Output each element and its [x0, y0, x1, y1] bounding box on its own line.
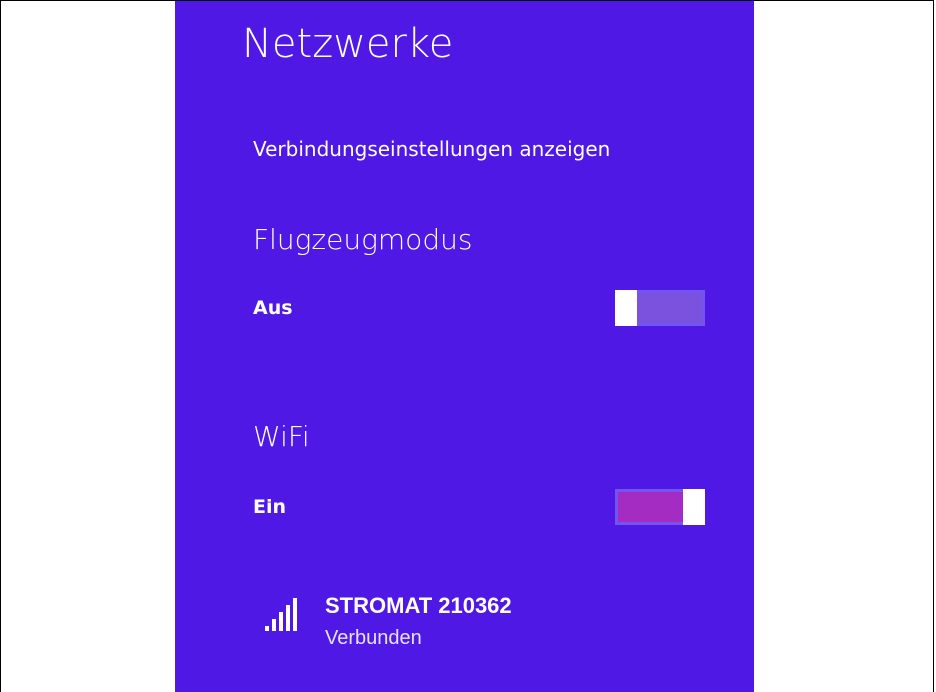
connection-settings-link[interactable]: Verbindungseinstellungen anzeigen	[253, 137, 610, 161]
wifi-toggle[interactable]	[615, 489, 705, 525]
network-status: Verbunden	[325, 627, 422, 649]
wifi-state-label: Ein	[253, 496, 287, 518]
airplane-mode-toggle[interactable]	[615, 290, 705, 326]
network-name: STROMAT 210362	[325, 593, 512, 618]
airplane-mode-toggle-thumb[interactable]	[615, 290, 637, 326]
network-list-item[interactable]: STROMAT 210362 Verbunden	[263, 591, 683, 661]
networks-panel: Netzwerke Verbindungseinstellungen anzei…	[175, 1, 754, 692]
airplane-mode-heading: Flugzeugmodus	[253, 223, 473, 256]
wifi-heading: WiFi	[253, 420, 310, 453]
wifi-toggle-thumb[interactable]	[683, 489, 705, 525]
airplane-mode-state-label: Aus	[253, 297, 293, 319]
wifi-signal-icon	[265, 598, 297, 631]
page-title: Netzwerke	[242, 21, 454, 67]
